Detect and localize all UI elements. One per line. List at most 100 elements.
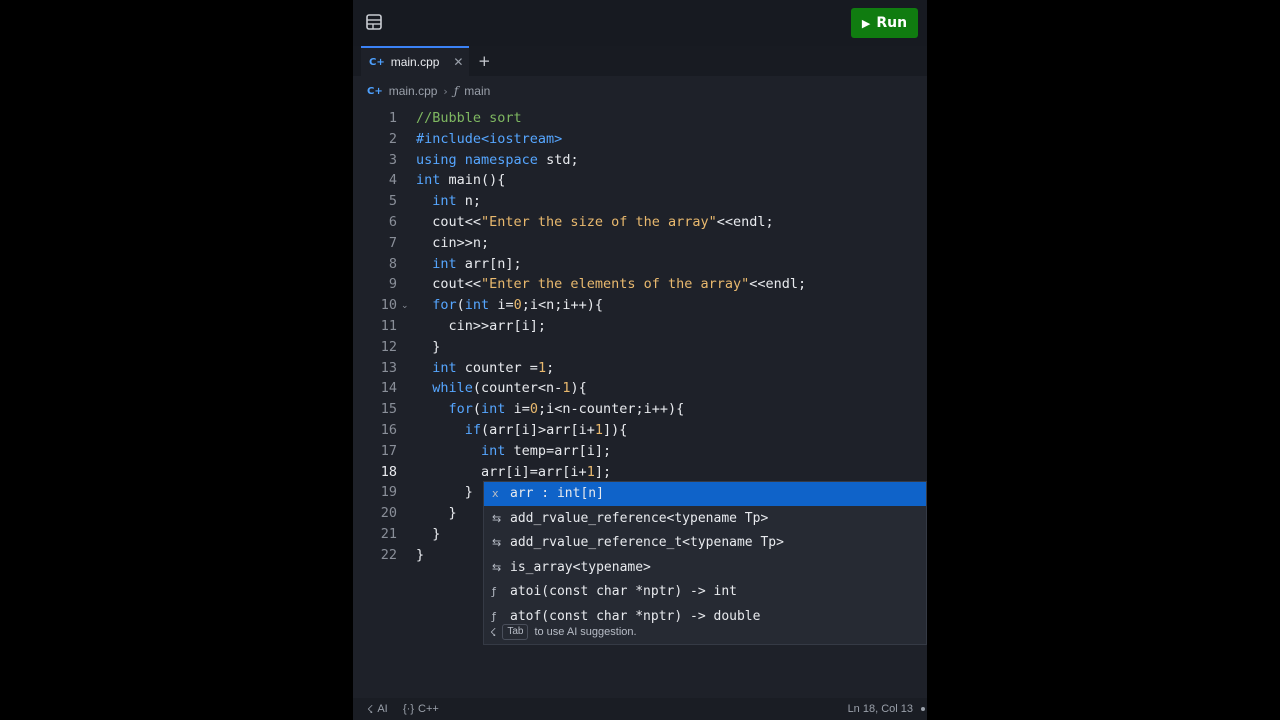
autocomplete-popup: x arr : int[n] ⇆ add_rvalue_reference<typen… — [483, 481, 927, 645]
code-line[interactable]: 1 //Bubble sort — [353, 108, 927, 129]
status-bar: ☇ AI {·} C++ Ln 18, Col 13 — [353, 698, 927, 720]
code-text: for(int i=0;i<n;i++){ — [432, 297, 603, 314]
code-line[interactable]: 6 cout<<"Enter the size of the array"<<e… — [353, 212, 927, 233]
function-icon: ƒ — [453, 84, 459, 98]
code-text: arr[i]=arr[i+1]; — [416, 463, 612, 480]
layout-menu-icon[interactable] — [365, 13, 383, 31]
code-text: } — [416, 546, 425, 563]
code-line[interactable]: 5 int n; — [353, 191, 927, 212]
autocomplete-item[interactable]: x arr : int[n] — [484, 482, 926, 506]
code-line[interactable]: 3 using namespace std; — [353, 150, 927, 171]
tab-main-cpp[interactable]: C+ main.cpp ✕ — [361, 46, 469, 76]
line-number: 17 — [380, 442, 397, 459]
line-number: 1 — [388, 110, 397, 126]
code-line[interactable]: 7 cin>>n; — [353, 233, 927, 254]
code-text: } — [416, 526, 441, 542]
code-text: int n; — [432, 193, 482, 210]
code-line[interactable]: 8 int arr[n]; — [353, 254, 927, 275]
code-line[interactable]: 18 arr[i]=arr[i+1]; — [353, 462, 927, 483]
line-number: 4 — [388, 172, 397, 189]
autocomplete-item[interactable]: ⇆ add_rvalue_reference<typename Tp> — [484, 507, 926, 531]
cpp-file-icon: C+ — [367, 85, 383, 97]
run-button[interactable]: ▶ Run — [851, 8, 918, 38]
line-number: 5 — [388, 193, 397, 210]
code-line[interactable]: 4 int main(){ — [353, 170, 927, 191]
fold-chevron-icon[interactable]: ⌄ — [401, 296, 409, 317]
top-bar: ▶ Run — [353, 0, 927, 46]
code-line[interactable]: 10 ⌄ for(int i=0;i<n;i++){ — [353, 295, 927, 316]
code-text: int counter =1; — [432, 359, 555, 376]
breadcrumb: C+ main.cpp › ƒ main — [353, 76, 927, 106]
line-number: 8 — [388, 255, 397, 272]
status-language-label: C++ — [418, 703, 439, 715]
new-tab-icon[interactable]: + — [478, 52, 491, 70]
close-icon[interactable]: ✕ — [453, 55, 463, 69]
ai-sparkle-icon: ☇ — [367, 703, 374, 716]
code-line[interactable]: 11 cin>>arr[i]; — [353, 316, 927, 337]
code-text: cin>>arr[i]; — [416, 318, 547, 334]
code-text: } — [416, 505, 457, 522]
code-text: int main(){ — [416, 172, 506, 189]
chevron-right-icon: › — [443, 84, 448, 98]
line-number: 10 — [380, 297, 397, 314]
autocomplete-item-text: add_rvalue_reference<typename Tp> — [510, 510, 769, 526]
code-line[interactable]: 13 int counter =1; — [353, 358, 927, 379]
code-text: if(arr[i]>arr[i+1]){ — [464, 422, 628, 438]
code-line[interactable]: 15 for(int i=0;i<n-counter;i++){ — [353, 399, 927, 420]
line-number: 19 — [380, 484, 397, 501]
line-number: 18 — [380, 463, 397, 480]
line-number: 11 — [380, 318, 397, 334]
line-number: 7 — [388, 234, 397, 251]
run-button-label: Run — [876, 15, 908, 31]
tab-key-badge: Tab — [502, 624, 529, 640]
cpp-file-icon: C+ — [369, 56, 385, 68]
ai-sparkle-icon: ☇ — [490, 626, 497, 639]
code-line[interactable]: 14 while(counter<n-1){ — [353, 378, 927, 399]
status-cursor-position[interactable]: Ln 18, Col 13 — [848, 703, 913, 715]
code-text: using namespace std; — [416, 151, 579, 168]
autocomplete-item-text: atoi(const char *nptr) -> int — [510, 584, 737, 599]
editor-app: ▶ Run C+ main.cpp ✕ + C+ main.cpp › ƒ ma… — [353, 0, 927, 720]
code-line[interactable]: 2 #include<iostream> — [353, 129, 927, 150]
line-number: 21 — [380, 526, 397, 542]
tab-label: main.cpp — [390, 55, 440, 69]
code-line[interactable]: 16 if(arr[i]>arr[i+1]){ — [353, 420, 927, 441]
ai-suggestion-hint: ☇ Tab to use AI suggestion. — [484, 620, 926, 644]
variable-icon: x — [492, 487, 499, 500]
line-number: 20 — [380, 505, 397, 522]
autocomplete-item-text: is_array<typename> — [510, 559, 651, 575]
autocomplete-item-text: arr : int[n] — [510, 486, 604, 501]
line-number: 12 — [380, 338, 397, 355]
breadcrumb-symbol[interactable]: main — [464, 84, 490, 98]
play-icon: ▶ — [861, 16, 871, 30]
status-ai-label: AI — [377, 703, 388, 715]
code-line[interactable]: 17 int temp=arr[i]; — [353, 441, 927, 462]
status-ai[interactable]: ☇ AI — [367, 703, 388, 716]
code-text: int arr[n]; — [432, 255, 522, 272]
function-icon: ƒ — [492, 585, 496, 598]
status-dot — [921, 707, 925, 711]
ai-hint-text: to use AI suggestion. — [534, 626, 637, 638]
line-number: 22 — [380, 546, 397, 563]
line-number: 16 — [380, 422, 397, 438]
code-text: cin>>n; — [416, 234, 490, 251]
code-text: #include<iostream> — [416, 130, 563, 147]
code-text: for(int i=0;i<n-counter;i++){ — [448, 401, 685, 418]
line-number: 3 — [388, 151, 397, 168]
type-icon: ⇆ — [492, 536, 502, 549]
breadcrumb-file[interactable]: main.cpp — [389, 84, 438, 98]
autocomplete-item[interactable]: ⇆ is_array<typename> — [484, 556, 926, 580]
code-line[interactable]: 9 cout<<"Enter the elements of the array… — [353, 274, 927, 295]
code-braces-icon: {·} — [403, 703, 415, 715]
code-text: //Bubble sort — [416, 110, 522, 126]
type-icon: ⇆ — [492, 511, 502, 525]
autocomplete-item[interactable]: ƒ atoi(const char *nptr) -> int — [484, 580, 926, 604]
code-text: } — [416, 338, 441, 355]
code-text: while(counter<n-1){ — [432, 380, 587, 397]
line-number: 13 — [380, 359, 397, 376]
status-language[interactable]: {·} C++ — [403, 703, 439, 715]
line-number: 14 — [380, 380, 397, 397]
code-line[interactable]: 12 } — [353, 337, 927, 358]
autocomplete-item[interactable]: ⇆ add_rvalue_reference_t<typename Tp> — [484, 531, 926, 555]
line-number: 9 — [388, 276, 397, 293]
